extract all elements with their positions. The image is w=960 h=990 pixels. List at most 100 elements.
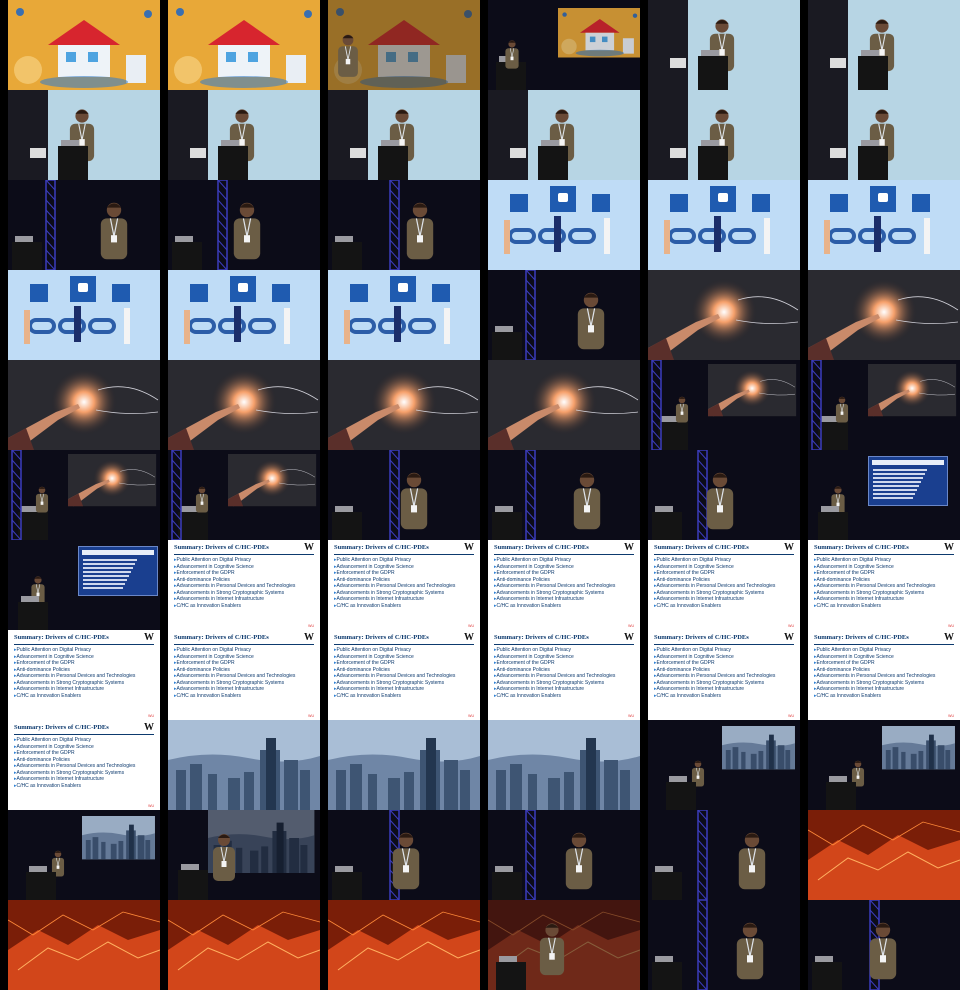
frame-image [168, 810, 320, 900]
slide-title: Summary: Drivers of C/HC-PDEs [174, 544, 269, 551]
logo-icon: W [944, 632, 954, 643]
frame-image [328, 720, 480, 810]
frame-image [168, 90, 320, 180]
video-frame-thumbnail [488, 180, 640, 270]
frame-image [648, 360, 800, 450]
video-frame-thumbnail [648, 90, 800, 180]
frame-image [488, 720, 640, 810]
frame-image [168, 450, 320, 540]
frame-image [648, 90, 800, 180]
video-frame-thumbnail [8, 0, 160, 90]
frame-image [8, 180, 160, 270]
slide-bullet: Advancements in Personal Devices and Tec… [654, 673, 776, 680]
slide-title: Summary: Drivers of C/HC-PDEs [14, 634, 109, 641]
slide-title: Summary: Drivers of C/HC-PDEs [814, 634, 909, 641]
slide-bullet-list: Public Attention on Digital PrivacyAdvan… [174, 647, 296, 699]
video-frame-thumbnail: Summary: Drivers of C/HC-PDEs W Public A… [808, 630, 960, 720]
video-frame-thumbnail [8, 90, 160, 180]
video-frame-thumbnail [488, 90, 640, 180]
slide-title: Summary: Drivers of C/HC-PDEs [814, 544, 909, 551]
slide-bullet: Advancements in Personal Devices and Tec… [14, 763, 136, 770]
video-frame-thumbnail [168, 270, 320, 360]
footer-logo: WU [148, 804, 154, 808]
video-frame-thumbnail [168, 450, 320, 540]
frame-image [808, 900, 960, 990]
video-frame-thumbnail [488, 270, 640, 360]
slide-bullet-list: Public Attention on Digital PrivacyAdvan… [814, 647, 936, 699]
frame-image [488, 810, 640, 900]
frame-image [648, 270, 800, 360]
slide-bullet: Advancements in Personal Devices and Tec… [654, 583, 776, 590]
video-frame-thumbnail [8, 270, 160, 360]
slide-bullet-list: Public Attention on Digital PrivacyAdvan… [494, 647, 616, 699]
frame-image [328, 360, 480, 450]
video-frame-thumbnail [8, 900, 160, 990]
frame-image [8, 0, 160, 90]
frame-image [328, 450, 480, 540]
video-frame-thumbnail [808, 720, 960, 810]
slide-bullet: Advancements in Personal Devices and Tec… [334, 673, 456, 680]
video-frame-thumbnail [648, 270, 800, 360]
slide-title: Summary: Drivers of C/HC-PDEs [494, 544, 589, 551]
slide-bullet-list: Public Attention on Digital PrivacyAdvan… [814, 557, 936, 609]
frame-image [168, 270, 320, 360]
video-frame-thumbnail [648, 360, 800, 450]
frame-image [808, 180, 960, 270]
footer-logo: WU [948, 714, 954, 718]
frame-image [488, 270, 640, 360]
frame-image [328, 900, 480, 990]
video-frame-thumbnail: Summary: Drivers of C/HC-PDEs W Public A… [648, 540, 800, 630]
frame-image [328, 270, 480, 360]
frame-image [488, 360, 640, 450]
slide-bullet: C/HC as Innovation Enablers [654, 693, 775, 700]
frame-image [808, 270, 960, 360]
video-frame-thumbnail: Summary: Drivers of C/HC-PDEs W Public A… [488, 540, 640, 630]
slide-bullet: Advancements in Personal Devices and Tec… [814, 673, 936, 680]
slide-title: Summary: Drivers of C/HC-PDEs [334, 544, 429, 551]
footer-logo: WU [628, 714, 634, 718]
video-frame-thumbnail [8, 810, 160, 900]
footer-logo: WU [948, 624, 954, 628]
slide-bullet: Advancements in Personal Devices and Tec… [174, 583, 296, 590]
frame-image [328, 810, 480, 900]
slide-bullet: C/HC as Innovation Enablers [14, 783, 135, 790]
slide-bullet: C/HC as Innovation Enablers [334, 603, 455, 610]
logo-icon: W [144, 722, 154, 733]
video-frame-thumbnail: Summary: Drivers of C/HC-PDEs W Public A… [168, 630, 320, 720]
slide-thumbnail: Summary: Drivers of C/HC-PDEs W Public A… [488, 630, 640, 720]
frame-image [328, 90, 480, 180]
frame-image [488, 90, 640, 180]
slide-bullet: C/HC as Innovation Enablers [494, 603, 615, 610]
slide-bullet: Advancements in Personal Devices and Tec… [334, 583, 456, 590]
frame-image [168, 900, 320, 990]
video-frame-thumbnail [8, 540, 160, 630]
video-frame-thumbnail [488, 810, 640, 900]
frame-image [8, 360, 160, 450]
frame-image [808, 360, 960, 450]
slide-bullet: Advancements in Personal Devices and Tec… [494, 583, 616, 590]
frame-image [488, 450, 640, 540]
footer-logo: WU [148, 714, 154, 718]
frame-image [8, 900, 160, 990]
logo-icon: W [624, 632, 634, 643]
slide-bullet-list: Public Attention on Digital PrivacyAdvan… [334, 647, 456, 699]
frame-image [168, 720, 320, 810]
video-frame-thumbnail [8, 180, 160, 270]
slide-title: Summary: Drivers of C/HC-PDEs [14, 724, 109, 731]
footer-logo: WU [308, 714, 314, 718]
frame-image [808, 810, 960, 900]
video-frame-thumbnail [648, 180, 800, 270]
slide-thumbnail: Summary: Drivers of C/HC-PDEs W Public A… [168, 540, 320, 630]
video-frame-thumbnail [488, 360, 640, 450]
video-frame-thumbnail [648, 810, 800, 900]
video-frame-thumbnail [488, 900, 640, 990]
slide-bullet: Advancements in Personal Devices and Tec… [814, 583, 936, 590]
logo-icon: W [784, 542, 794, 553]
video-frame-thumbnail [328, 900, 480, 990]
slide-thumbnail: Summary: Drivers of C/HC-PDEs W Public A… [808, 540, 960, 630]
slide-title: Summary: Drivers of C/HC-PDEs [654, 634, 749, 641]
frame-image [488, 900, 640, 990]
video-frame-thumbnail [808, 360, 960, 450]
video-frame-thumbnail [328, 450, 480, 540]
slide-bullet: Advancements in Personal Devices and Tec… [14, 673, 136, 680]
